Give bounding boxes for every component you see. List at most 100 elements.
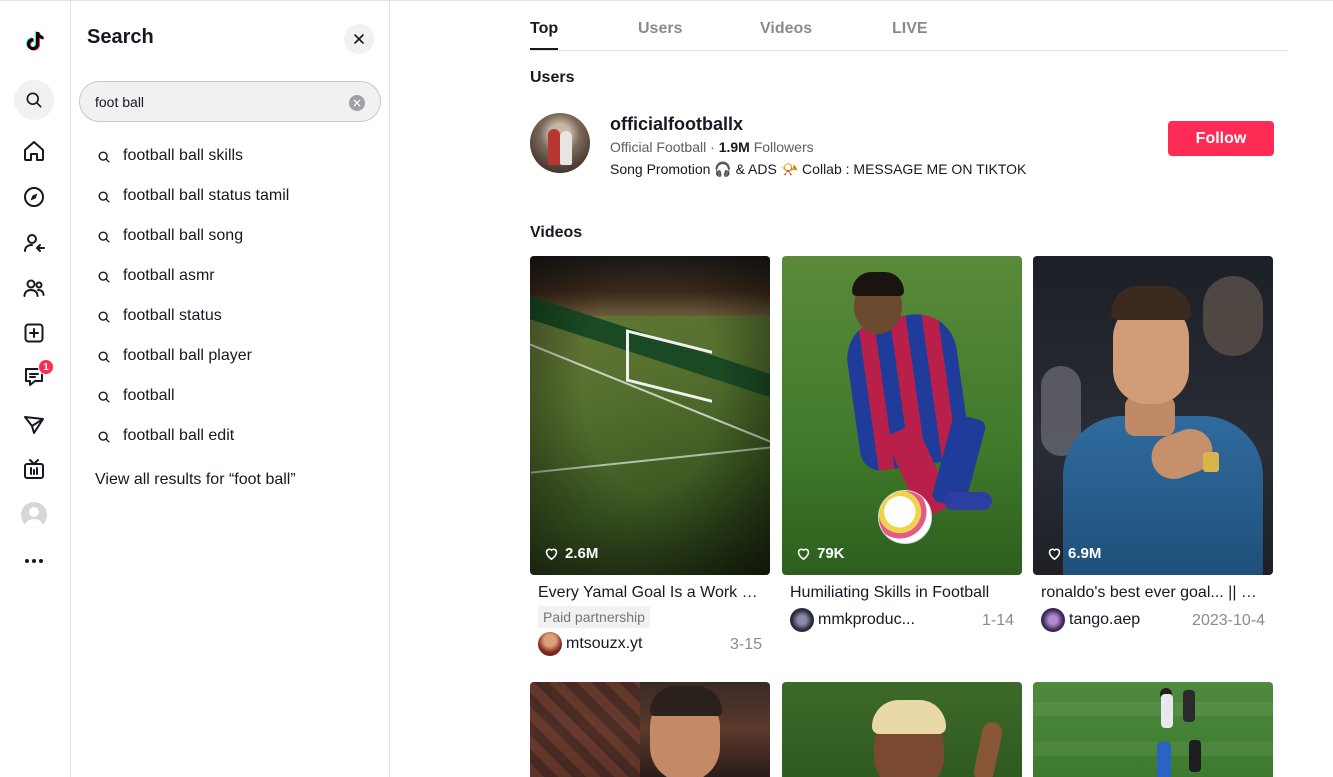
likes-count: 79K [795, 545, 845, 562]
heart-icon [1048, 548, 1061, 560]
follow-button[interactable]: Follow [1168, 121, 1274, 156]
messages-icon[interactable]: 1 [12, 357, 56, 397]
thumb-ball [878, 490, 932, 544]
user-display-name: Official Football [610, 139, 707, 155]
suggestion-item[interactable]: football ball song [97, 223, 243, 249]
search-icon [98, 391, 110, 403]
videos-section-title: Videos [530, 224, 583, 241]
suggestion-item[interactable]: football [97, 383, 175, 409]
video-thumbnail[interactable] [782, 682, 1022, 777]
author-name: tango.aep [1069, 611, 1141, 628]
video-title[interactable]: ronaldo's best ever goal... || … [1041, 584, 1267, 602]
view-all-results-link[interactable]: View all results for “foot ball” [95, 471, 296, 489]
video-thumbnail[interactable]: 6.9M [1033, 256, 1273, 575]
tab-top[interactable]: Top [530, 20, 558, 38]
separator: · [706, 139, 719, 155]
close-search-button[interactable] [344, 24, 374, 54]
video-thumbnail[interactable]: 79K [782, 256, 1022, 575]
video-thumbnail[interactable]: 2.6M [530, 256, 770, 575]
likes-value: 79K [817, 545, 845, 562]
active-tab-underline [530, 48, 558, 50]
video-date: 1-14 [981, 612, 1014, 629]
search-icon [98, 231, 110, 243]
search-icon [98, 151, 110, 163]
suggestion-item[interactable]: football asmr [97, 263, 215, 289]
suggestion-label: football ball song [123, 227, 244, 244]
search-icon[interactable] [14, 80, 54, 120]
suggestion-label: football [123, 387, 175, 404]
following-icon[interactable] [12, 223, 56, 263]
video-author[interactable]: tango.aep [1041, 608, 1140, 632]
suggestion-label: football ball status tamil [123, 187, 290, 204]
followers-label: Followers [749, 139, 814, 155]
avatar-figure [560, 131, 572, 165]
explore-icon[interactable] [12, 177, 56, 217]
left-icon-rail: 1 [0, 0, 71, 777]
friends-icon[interactable] [12, 268, 56, 308]
thumb-crest [1203, 452, 1219, 472]
upload-icon[interactable] [12, 313, 56, 353]
likes-value: 6.9M [1068, 545, 1102, 562]
video-card[interactable]: 6.9M ronaldo's best ever goal... || … ta… [1033, 256, 1273, 656]
more-icon[interactable] [12, 541, 56, 581]
tab-videos[interactable]: Videos [760, 20, 812, 38]
users-section-title: Users [530, 69, 575, 86]
video-author[interactable]: mtsouzx.yt [538, 632, 642, 656]
profile-avatar[interactable] [12, 495, 56, 535]
avatar-figure [548, 129, 560, 165]
author-avatar [538, 632, 562, 656]
thumb-crowd [530, 682, 640, 777]
activity-icon[interactable] [12, 405, 56, 445]
likes-value: 2.6M [565, 545, 599, 562]
thumb-stripe [1033, 702, 1273, 716]
suggestion-label: football status [123, 307, 222, 324]
likes-count: 2.6M [543, 545, 598, 562]
suggestion-item[interactable]: football status [97, 303, 222, 329]
search-icon [98, 351, 110, 363]
live-icon[interactable] [12, 449, 56, 489]
video-card[interactable]: 2.6M Every Yamal Goal Is a Work … Paid p… [530, 256, 770, 656]
suggestion-label: football asmr [123, 267, 215, 284]
suggestion-item[interactable]: football ball player [97, 343, 252, 369]
close-icon [354, 34, 364, 44]
video-card[interactable]: 79K Humiliating Skills in Football mmkpr… [782, 256, 1022, 656]
clear-search-icon[interactable] [349, 95, 365, 111]
search-panel-title: Search [87, 26, 154, 48]
video-title[interactable]: Every Yamal Goal Is a Work … [538, 584, 764, 602]
tiktok-logo-icon[interactable] [12, 21, 56, 61]
suggestion-item[interactable]: football ball skills [97, 143, 243, 169]
video-title[interactable]: Humiliating Skills in Football [790, 584, 1016, 602]
tab-users[interactable]: Users [638, 20, 682, 38]
tab-live[interactable]: LIVE [892, 20, 928, 38]
search-icon [98, 191, 110, 203]
heart-icon [545, 548, 558, 560]
thumb-shoe [944, 492, 992, 510]
thumb-bg-person [1203, 276, 1263, 356]
messages-badge: 1 [38, 359, 54, 375]
user-subtitle: Official Football · 1.9M Followers [610, 139, 814, 155]
home-icon[interactable] [12, 131, 56, 171]
thumb-hair [650, 686, 722, 716]
video-author[interactable]: mmkproduc... [790, 608, 915, 632]
video-thumbnail[interactable] [530, 682, 770, 777]
user-bio: Song Promotion 🎧 & ADS 📯 Collab : MESSAG… [610, 161, 1027, 177]
paid-partnership-badge: Paid partnership [538, 606, 650, 628]
thumb-hand [971, 720, 1005, 777]
video-thumbnail[interactable] [1033, 682, 1273, 777]
user-avatar[interactable] [530, 113, 590, 173]
thumb-player [1183, 690, 1195, 722]
user-handle[interactable]: officialfootballx [610, 114, 743, 135]
author-name: mtsouzx.yt [566, 635, 643, 652]
thumb-stripe [1033, 742, 1273, 756]
thumb-hair [852, 272, 904, 296]
search-field[interactable] [79, 81, 381, 122]
suggestion-item[interactable]: football ball edit [97, 423, 234, 449]
suggestion-item[interactable]: football ball status tamil [97, 183, 289, 209]
author-name: mmkproduc... [818, 611, 915, 628]
thumb-hair [1111, 286, 1191, 320]
search-icon [98, 271, 110, 283]
author-avatar [1041, 608, 1065, 632]
avatar [21, 502, 47, 528]
suggestion-label: football ball edit [123, 427, 235, 444]
search-input[interactable] [95, 92, 335, 112]
